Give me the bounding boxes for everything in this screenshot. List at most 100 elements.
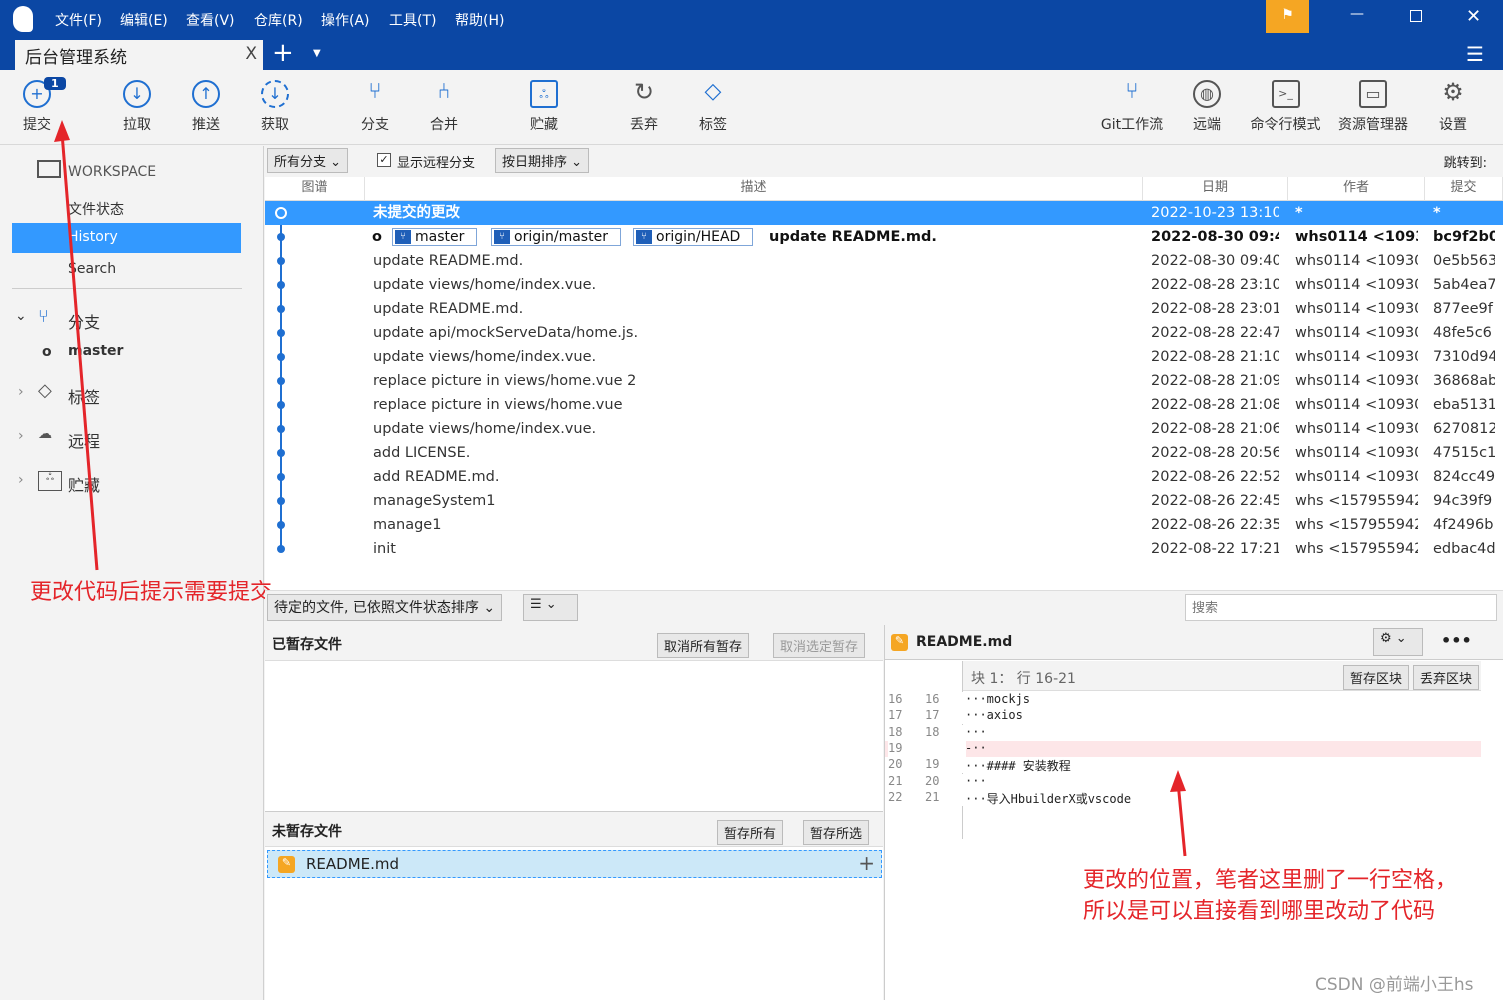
annotation-arrow-2 bbox=[1170, 770, 1187, 857]
stage-selected-button[interactable]: 暂存所选 bbox=[803, 820, 870, 845]
diff-settings-dropdown[interactable]: ⚙ ⌄ bbox=[1373, 628, 1423, 656]
column-description[interactable]: 描述 bbox=[365, 177, 1143, 201]
chevron-right-icon[interactable]: › bbox=[18, 384, 24, 400]
settings-button[interactable]: ⚙ 设置 bbox=[1418, 80, 1488, 134]
menu-actions[interactable]: 操作(A) bbox=[321, 10, 370, 30]
column-author[interactable]: 作者 bbox=[1288, 177, 1425, 201]
menu-view[interactable]: 查看(V) bbox=[186, 10, 235, 30]
branch-label: 分支 bbox=[361, 117, 389, 133]
stage-all-button[interactable]: 暂存所有 bbox=[717, 820, 784, 845]
commit-row[interactable]: add LICENSE. 2022-08-28 20:56 whs0114 <1… bbox=[265, 441, 1503, 465]
pull-button[interactable]: ↓ 拉取 bbox=[102, 80, 172, 134]
minimize-button[interactable]: — bbox=[1350, 6, 1364, 22]
unstage-selected-button[interactable]: 取消选定暂存 bbox=[773, 633, 866, 658]
repo-tab[interactable]: 后台管理系统 X bbox=[15, 40, 263, 70]
commit-row[interactable]: update views/home/index.vue. 2022-08-28 … bbox=[265, 273, 1503, 297]
view-mode-dropdown[interactable]: ☰ ⌄ bbox=[523, 594, 578, 621]
discard-button[interactable]: ↻ 丢弃 bbox=[609, 80, 679, 134]
commit-row[interactable]: manageSystem1 2022-08-26 22:45 whs <1579… bbox=[265, 489, 1503, 513]
push-label: 推送 bbox=[192, 117, 220, 133]
terminal-button[interactable]: >_ 命令行模式 bbox=[1243, 80, 1328, 134]
chevron-right-icon[interactable]: › bbox=[18, 428, 24, 444]
toolbar: + 提交 1 ↓ 拉取 ↑ 推送 ↓ 获取 ⑂ 分支 ⑃ 合并 ஃ 贮藏 ↻ 丢弃 ◇ 标签 ⑂ G… bbox=[0, 70, 1503, 145]
hamburger-menu-icon[interactable]: ☰ bbox=[1466, 42, 1484, 66]
commit-row[interactable]: replace picture in views/home.vue 2022-0… bbox=[265, 393, 1503, 417]
menu-tools[interactable]: 工具(T) bbox=[389, 10, 436, 30]
sort-dropdown[interactable]: 按日期排序 ⌄ bbox=[495, 148, 590, 173]
chevron-right-icon[interactable]: › bbox=[18, 472, 24, 488]
commit-row[interactable]: update README.md. 2022-08-30 09:40 whs01… bbox=[265, 249, 1503, 273]
fetch-label: 获取 bbox=[261, 117, 289, 133]
tab-title: 后台管理系统 bbox=[25, 48, 127, 68]
file-sort-dropdown[interactable]: 待定的文件, 已依照文件状态排序 ⌄ bbox=[267, 594, 503, 621]
jump-to-label: 跳转到: bbox=[1443, 156, 1487, 171]
gitflow-button[interactable]: ⑂ Git工作流 bbox=[1092, 80, 1172, 134]
ref-tag-origin-master[interactable]: ⑂ origin/master bbox=[491, 228, 621, 246]
column-date[interactable]: 日期 bbox=[1143, 177, 1288, 201]
discard-hunk-button[interactable]: 丢弃区块 bbox=[1413, 665, 1480, 690]
diff-line: 17 17 ···axios bbox=[888, 708, 1023, 725]
commit-row[interactable]: update views/home/index.vue. 2022-08-28 … bbox=[265, 345, 1503, 369]
show-remote-label: 显示远程分支 bbox=[397, 156, 476, 171]
commit-row-head[interactable]: o ⑂ master ⑂ origin/master ⑂ origin/HEAD up… bbox=[265, 225, 1503, 249]
tag-button[interactable]: ◇ 标签 bbox=[678, 80, 748, 134]
ref-tag-origin-head[interactable]: ⑂ origin/HEAD bbox=[633, 228, 754, 246]
tag-label: 标签 bbox=[699, 117, 727, 133]
column-graph[interactable]: 图谱 bbox=[265, 177, 365, 201]
diff-file-name: README.md bbox=[916, 634, 1013, 650]
push-button[interactable]: ↑ 推送 bbox=[171, 80, 241, 134]
explorer-button[interactable]: ▭ 资源管理器 bbox=[1333, 80, 1413, 134]
unstage-all-button[interactable]: 取消所有暂存 bbox=[657, 633, 750, 658]
show-remote-checkbox[interactable]: ✓ bbox=[377, 153, 391, 167]
annotation-commit-hint: 更改代码后提示需要提交 bbox=[30, 580, 273, 605]
remote-button[interactable]: ◍ 远端 bbox=[1172, 80, 1242, 134]
commit-node-icon bbox=[277, 281, 285, 289]
tab-dropdown-icon[interactable]: ▼ bbox=[313, 48, 321, 59]
commit-node-icon bbox=[277, 545, 285, 553]
stash-button[interactable]: ஃ 贮藏 bbox=[509, 80, 579, 134]
commit-row[interactable]: init 2022-08-22 17:21 whs <157955942 edb… bbox=[265, 537, 1503, 561]
commit-node-icon bbox=[277, 425, 285, 433]
head-indicator-icon: o bbox=[372, 229, 382, 245]
explorer-label: 资源管理器 bbox=[1338, 117, 1408, 133]
commit-node-icon bbox=[277, 353, 285, 361]
modified-file-icon: ✎ bbox=[891, 634, 908, 651]
folder-icon: ▭ bbox=[1359, 80, 1387, 108]
unstaged-file-row[interactable]: ✎ README.md + bbox=[267, 850, 882, 878]
staged-panel: 已暂存文件 取消所有暂存 取消选定暂存 未暂存文件 暂存所有 暂存所选 ✎ RE… bbox=[265, 625, 883, 1000]
close-window-button[interactable]: ✕ bbox=[1466, 6, 1481, 27]
commit-row[interactable]: replace picture in views/home.vue 2 2022… bbox=[265, 369, 1503, 393]
tab-close-icon[interactable]: X bbox=[245, 44, 257, 64]
commit-row[interactable]: manage1 2022-08-26 22:35 whs <157955942 … bbox=[265, 513, 1503, 537]
tag-icon: ◇ bbox=[704, 79, 722, 104]
column-commit[interactable]: 提交 bbox=[1425, 177, 1503, 201]
commit-node-icon bbox=[277, 473, 285, 481]
menu-repo[interactable]: 仓库(R) bbox=[254, 10, 303, 30]
maximize-button[interactable] bbox=[1410, 10, 1422, 22]
commit-row[interactable]: add README.md. 2022-08-26 22:52 whs0114 … bbox=[265, 465, 1503, 489]
history-filter-bar: 所有分支 ⌄ ✓ 显示远程分支 按日期排序 ⌄ 跳转到: bbox=[265, 146, 1503, 176]
commit-node-icon bbox=[277, 449, 285, 457]
menu-file[interactable]: 文件(F) bbox=[55, 10, 102, 30]
menu-edit[interactable]: 编辑(E) bbox=[120, 10, 168, 30]
stage-hunk-button[interactable]: 暂存区块 bbox=[1343, 665, 1410, 690]
branch-filter-dropdown[interactable]: 所有分支 ⌄ bbox=[267, 148, 349, 173]
fetch-button[interactable]: ↓ 获取 bbox=[240, 80, 310, 134]
chevron-down-icon[interactable]: ⌄ bbox=[15, 308, 27, 324]
new-tab-button[interactable]: + bbox=[272, 38, 294, 68]
stage-file-plus-icon[interactable]: + bbox=[858, 851, 875, 875]
more-options-icon[interactable]: ••• bbox=[1441, 631, 1472, 650]
commit-row[interactable]: update README.md. 2022-08-28 23:01 whs01… bbox=[265, 297, 1503, 321]
branch-icon: ⑂ bbox=[368, 79, 382, 104]
ref-tag-master[interactable]: ⑂ master bbox=[392, 228, 478, 246]
branch-button[interactable]: ⑂ 分支 bbox=[340, 80, 410, 134]
file-search-input[interactable] bbox=[1185, 594, 1497, 621]
sidebar-item-history[interactable]: History bbox=[12, 223, 241, 253]
commit-row[interactable]: update api/mockServeData/home.js. 2022-0… bbox=[265, 321, 1503, 345]
annotation-change-hint-1: 更改的位置，笔者这里删了一行空格， bbox=[1083, 868, 1458, 893]
menu-help[interactable]: 帮助(H) bbox=[455, 10, 504, 30]
flag-button[interactable]: ⚑ bbox=[1266, 0, 1309, 33]
commit-row[interactable]: update views/home/index.vue. 2022-08-28 … bbox=[265, 417, 1503, 441]
merge-button[interactable]: ⑃ 合并 bbox=[409, 80, 479, 134]
uncommitted-row[interactable]: 未提交的更改 2022-10-23 13:10 * * bbox=[265, 201, 1503, 225]
